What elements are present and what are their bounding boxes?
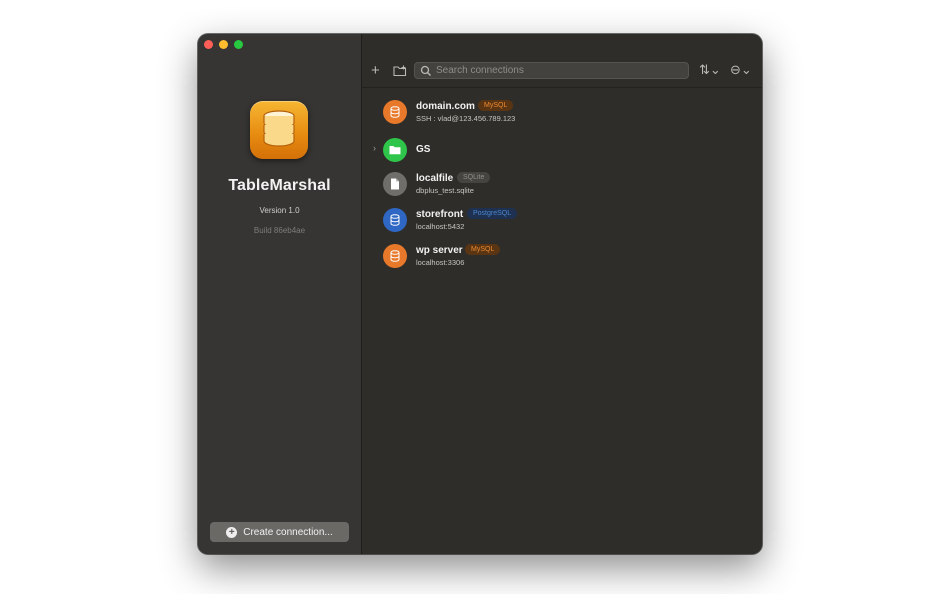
- db-type-badge: MySQL: [465, 244, 501, 255]
- connection-name: storefront: [416, 209, 464, 220]
- app-logo-database-icon: [250, 101, 308, 159]
- app-window: TableMarshal Version 1.0 Build 86eb4ae +…: [198, 34, 762, 554]
- db-type-badge: MySQL: [478, 100, 514, 111]
- connection-name: domain.com: [416, 101, 475, 112]
- connection-subtitle: localhost:3306: [416, 258, 465, 267]
- database-icon: [383, 208, 407, 232]
- toolbar: + ⇅⌄ ⊖⌄: [362, 34, 762, 88]
- maximize-window-button[interactable]: [234, 40, 243, 49]
- main-panel: + ⇅⌄ ⊖⌄: [362, 34, 762, 554]
- sidebar: TableMarshal Version 1.0 Build 86eb4ae +…: [198, 34, 362, 554]
- create-connection-label: Create connection...: [243, 526, 333, 538]
- app-name: TableMarshal: [228, 177, 331, 194]
- db-type-badge: SQLite: [457, 172, 491, 183]
- new-folder-icon[interactable]: [393, 65, 407, 80]
- minimize-window-button[interactable]: [219, 40, 228, 49]
- folder-name: GS: [416, 144, 431, 155]
- db-type-badge: PostgreSQL: [467, 208, 518, 219]
- folder-item-gs[interactable]: › GS: [362, 134, 762, 166]
- app-version: Version 1.0: [259, 206, 300, 215]
- connection-item-domain-com[interactable]: domain.com MySQL SSH : vlad@123.456.789.…: [362, 96, 762, 128]
- sort-menu-button[interactable]: ⇅⌄: [699, 63, 721, 77]
- connection-name: wp server: [416, 245, 463, 256]
- connection-item-storefront[interactable]: storefront PostgreSQL localhost:5432: [362, 204, 762, 236]
- connection-subtitle: dbplus_test.sqlite: [416, 186, 474, 195]
- app-build: Build 86eb4ae: [253, 226, 306, 235]
- search-icon: [420, 65, 431, 76]
- connection-name: localfile: [416, 173, 454, 184]
- plus-circle-icon: +: [226, 526, 238, 538]
- search-input[interactable]: [432, 65, 688, 76]
- file-icon: [383, 172, 407, 196]
- connection-item-wp-server[interactable]: wp server MySQL localhost:3306: [362, 240, 762, 272]
- database-icon: [383, 244, 407, 268]
- connection-item-localfile[interactable]: localfile SQLite dbplus_test.sqlite: [362, 168, 762, 200]
- add-connection-icon[interactable]: +: [371, 63, 380, 78]
- create-connection-button[interactable]: + Create connection...: [210, 522, 349, 542]
- search-field[interactable]: [414, 62, 689, 79]
- window-controls: [204, 40, 243, 49]
- connection-subtitle: localhost:5432: [416, 222, 465, 231]
- chevron-right-icon[interactable]: ›: [373, 143, 376, 153]
- folder-icon: [383, 138, 407, 162]
- database-icon: [383, 100, 407, 124]
- more-options-button[interactable]: ⊖⌄: [730, 63, 752, 77]
- close-window-button[interactable]: [204, 40, 213, 49]
- connection-subtitle: SSH : vlad@123.456.789.123: [416, 114, 516, 123]
